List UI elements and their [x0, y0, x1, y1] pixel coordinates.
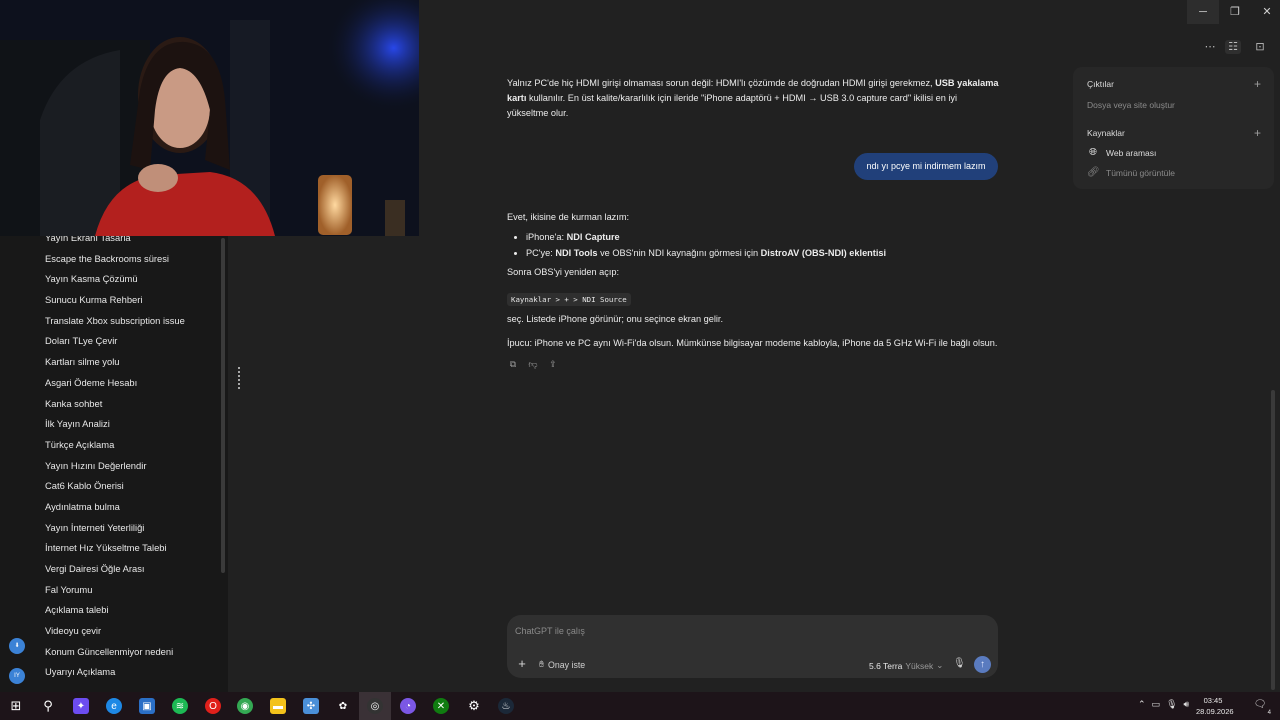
user-avatar[interactable]: IY: [9, 668, 25, 684]
volume-icon[interactable]: 🔊︎: [1184, 699, 1190, 710]
history-item[interactable]: Konum Güncellenmiyor nedeni: [0, 642, 220, 663]
main-scrollbar[interactable]: [1271, 390, 1275, 690]
microphone-tray-icon[interactable]: 🎙︎: [1166, 699, 1177, 710]
chevron-down-icon: ⌄: [936, 660, 944, 670]
windows-start-icon[interactable]: ⊞: [8, 698, 24, 714]
assistant-message-previous: Yalnız PC'de hiç HDMI girişi olmaması so…: [507, 78, 999, 118]
chat-history-list: Yayın Ekranı Tasarla Escape the Backroom…: [0, 228, 220, 683]
side-panel-toggle-icon[interactable]: ☷: [1225, 40, 1241, 54]
web-search-item[interactable]: 🌐︎ Web araması: [1087, 147, 1156, 159]
link-icon: 🔗︎: [1087, 167, 1100, 178]
spotify-icon[interactable]: ≋: [172, 698, 188, 714]
xbox-icon[interactable]: ✕: [433, 698, 449, 714]
file-explorer-icon[interactable]: ▬: [270, 698, 286, 714]
add-attachment-icon[interactable]: +: [516, 657, 528, 670]
history-item[interactable]: İnternet Hız Yükseltme Talebi: [0, 538, 220, 559]
chatgpt-icon[interactable]: ✿: [335, 698, 351, 714]
obs-icon[interactable]: ◎: [367, 698, 383, 714]
history-item[interactable]: Videoyu çevir: [0, 621, 220, 642]
message-actions: ⧉ 👎︎ ⇪: [507, 358, 559, 372]
store-icon[interactable]: ▣: [139, 698, 155, 714]
user-message: ndı yı pcye mi indirmem lazım: [854, 153, 998, 180]
approve-button[interactable]: ✋︎ Onay iste: [539, 659, 585, 670]
history-item[interactable]: Sunucu Kurma Rehberi: [0, 290, 220, 311]
list-item: iPhone'a: NDI Capture: [526, 230, 999, 245]
history-item[interactable]: Açıklama talebi: [0, 600, 220, 621]
taskbar-clock[interactable]: 03:45 28.09.2026: [1196, 695, 1234, 717]
streaming-app-icon[interactable]: ◔: [400, 698, 416, 714]
history-item[interactable]: Doları TLye Çevir: [0, 331, 220, 352]
app-icon[interactable]: ✣: [303, 698, 319, 714]
restore-button[interactable]: ❐: [1219, 0, 1251, 24]
history-item[interactable]: Uyarıyı Açıklama: [0, 662, 220, 683]
reply-intro: Evet, ikisine de kurman lazım:: [507, 212, 630, 222]
edge-icon[interactable]: e: [106, 698, 122, 714]
outputs-title: Çıktılar: [1087, 79, 1114, 89]
chevron-up-icon[interactable]: ⌃: [1138, 699, 1146, 710]
history-item[interactable]: İlk Yayın Analizi: [0, 414, 220, 435]
code-snippet-line: Kaynaklar > + > NDI Source: [507, 292, 999, 307]
copy-icon[interactable]: ⧉: [507, 358, 519, 370]
windows-taskbar: ⊞ ⚲ ✦ e ▣ ≋ O ◉ ▬ ✣ ✿ ◎ ◔ ✕ ⚙ ♨ ⌃ ▭ 🎙︎ 🔊…: [0, 692, 1280, 720]
install-list: iPhone'a: NDI Capture PC'ye: NDI Tools v…: [507, 230, 999, 261]
search-icon[interactable]: ⚲: [40, 698, 56, 714]
add-source-icon[interactable]: +: [1254, 127, 1261, 139]
history-item[interactable]: Yayın İnterneti Yeterliliği: [0, 518, 220, 539]
view-all-item[interactable]: 🔗︎ Tümünü görüntüle: [1087, 167, 1175, 179]
settings-gear-icon[interactable]: ⚙: [466, 698, 482, 714]
message-input[interactable]: [515, 624, 985, 638]
history-item[interactable]: Yayın Kasma Çözümü: [0, 269, 220, 290]
history-item[interactable]: Türkçe Açıklama: [0, 435, 220, 456]
model-selector[interactable]: 5.6 Terra Yüksek ⌄: [869, 660, 943, 671]
reopen-text: Sonra OBS'yi yeniden açıp:: [507, 267, 620, 277]
chrome-icon[interactable]: ◉: [237, 698, 253, 714]
composer: + ✋︎ Onay iste 5.6 Terra Yüksek ⌄ 🎙︎ ↑: [507, 615, 998, 678]
microphone-icon[interactable]: 🎙︎: [953, 657, 966, 671]
close-button[interactable]: ✕: [1251, 0, 1280, 24]
history-item[interactable]: Cat6 Kablo Önerisi: [0, 476, 220, 497]
tip-text: İpucu: iPhone ve PC aynı Wi-Fi'da olsun.…: [507, 338, 998, 348]
sidebar-resize-handle[interactable]: [238, 367, 241, 389]
more-options-icon[interactable]: ⋯: [1202, 40, 1218, 54]
select-text: seç. Listede iPhone görünür; onu seçince…: [507, 314, 724, 324]
history-item[interactable]: Vergi Dairesi Öğle Arası: [0, 559, 220, 580]
new-window-icon[interactable]: ⊡: [1252, 40, 1268, 54]
webcam-overlay: [0, 0, 419, 236]
history-item[interactable]: Kanka sohbet: [0, 394, 220, 415]
sources-title: Kaynaklar: [1087, 128, 1125, 138]
download-icon[interactable]: ⬇: [9, 638, 25, 654]
steam-icon[interactable]: ♨: [498, 698, 514, 714]
history-item[interactable]: Escape the Backrooms süresi: [0, 249, 220, 270]
list-item: PC'ye: NDI Tools ve OBS'nin NDI kaynağın…: [526, 246, 999, 261]
history-item[interactable]: Aydınlatma bulma: [0, 497, 220, 518]
outputs-subtitle[interactable]: Dosya veya site oluştur: [1087, 100, 1175, 110]
webcam-image: [0, 0, 419, 236]
side-panel: Çıktılar + Dosya veya site oluştur Kayna…: [1073, 67, 1274, 189]
history-item[interactable]: Fal Yorumu: [0, 580, 220, 601]
hand-icon: ✋︎: [539, 659, 545, 669]
network-icon[interactable]: ▭: [1152, 699, 1161, 710]
history-item[interactable]: Yayın Hızını Değerlendir: [0, 456, 220, 477]
inline-code: Kaynaklar > + > NDI Source: [507, 293, 631, 306]
system-tray: ⌃ ▭ 🎙︎ 🔊︎: [1138, 699, 1189, 710]
assistant-message: Evet, ikisine de kurman lazım: iPhone'a:…: [507, 210, 999, 356]
notification-icon[interactable]: 🗨︎ 4: [1253, 699, 1271, 716]
chatgpt-desktop-window: { "sidebar": { "items": [ {"label": "Yay…: [0, 0, 1280, 720]
history-item[interactable]: Asgari Ödeme Hesabı: [0, 373, 220, 394]
history-item[interactable]: Kartları silme yolu: [0, 352, 220, 373]
sidebar-scrollbar[interactable]: [221, 238, 225, 573]
history-item[interactable]: Translate Xbox subscription issue: [0, 311, 220, 332]
minimize-button[interactable]: ─: [1187, 0, 1219, 24]
send-button[interactable]: ↑: [974, 656, 991, 673]
thumbs-down-icon[interactable]: 👎︎: [527, 358, 539, 370]
share-icon[interactable]: ⇪: [547, 358, 559, 370]
opera-icon[interactable]: O: [205, 698, 221, 714]
copilot-icon[interactable]: ✦: [73, 698, 89, 714]
add-output-icon[interactable]: +: [1254, 78, 1261, 90]
globe-icon: 🌐︎: [1089, 147, 1097, 158]
